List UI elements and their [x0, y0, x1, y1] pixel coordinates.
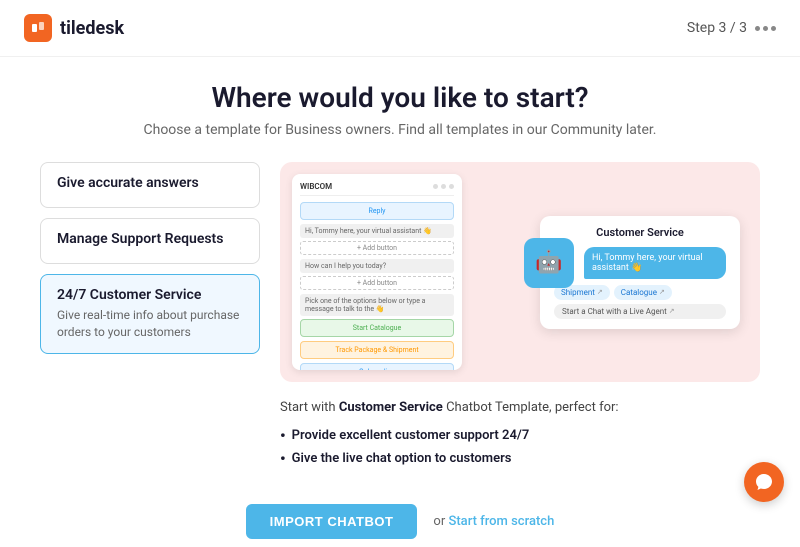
template-title-0: Give accurate answers — [57, 175, 243, 191]
flow-add-btn-1[interactable]: + Add button — [300, 241, 454, 255]
step-text: Step 3 / 3 — [687, 20, 747, 36]
flow-dot-1 — [433, 184, 438, 189]
dot-2 — [763, 26, 768, 31]
desc-suffix: Chatbot Template, perfect for: — [443, 400, 619, 415]
cs-badge: Customer Service — [554, 226, 726, 239]
template-item-customer-service[interactable]: 24/7 Customer Service Give real-time inf… — [40, 274, 260, 354]
flow-dot-3 — [449, 184, 454, 189]
scratch-link-container: or Start from scratch — [433, 514, 554, 529]
flow-title: WIBCOM — [300, 182, 332, 191]
content-area: Give accurate answers Manage Support Req… — [40, 162, 760, 474]
step-dots — [755, 26, 776, 31]
desc-bullet-2: Give the live chat option to customers — [280, 447, 760, 470]
cs-robot-icon: 🤖 — [524, 238, 574, 288]
flow-message-2: Pick one of the options below or type a … — [300, 294, 454, 316]
step-indicator: Step 3 / 3 — [687, 20, 776, 36]
desc-list: Provide excellent customer support 24/7 … — [280, 424, 760, 470]
template-desc-2: Give real-time info about purchase order… — [57, 307, 243, 341]
dot-3 — [771, 26, 776, 31]
desc-prefix: Start with — [280, 400, 339, 415]
logo-text: tiledesk — [60, 18, 124, 39]
page-subtitle: Choose a template for Business owners. F… — [40, 122, 760, 138]
right-panel: WIBCOM Reply Hi, Tommy here, your virtua… — [280, 162, 760, 474]
cs-chip-row: Shipment ↗ Catalogue ↗ — [554, 285, 726, 300]
logo: tiledesk — [24, 14, 124, 42]
flow-node-2: Track Package & Shipment — [300, 341, 454, 359]
flow-controls — [433, 184, 454, 189]
flow-node-reply: Reply — [300, 202, 454, 220]
chatbot-flow-mockup: WIBCOM Reply Hi, Tommy here, your virtua… — [292, 174, 462, 370]
or-text: or — [433, 514, 445, 529]
description-area: Start with Customer Service Chatbot Temp… — [280, 394, 760, 474]
cs-visual: Customer Service 🤖 Hi, Tommy here, your … — [474, 174, 748, 370]
page-title: Where would you like to start? — [40, 81, 760, 114]
preview-container: WIBCOM Reply Hi, Tommy here, your virtua… — [280, 162, 760, 382]
flow-node-1: Start Catalogue — [300, 319, 454, 337]
cs-chip-live-agent: Start a Chat with a Live Agent ↗ — [554, 304, 726, 319]
start-from-scratch-link[interactable]: Start from scratch — [448, 514, 554, 529]
template-title-2: 24/7 Customer Service — [57, 287, 243, 303]
template-item-manage-support[interactable]: Manage Support Requests — [40, 218, 260, 264]
desc-text: Start with Customer Service Chatbot Temp… — [280, 398, 760, 418]
desc-bold: Customer Service — [339, 400, 443, 415]
cs-chip-catalogue: Catalogue ↗ — [614, 285, 672, 300]
template-title-1: Manage Support Requests — [57, 231, 243, 247]
template-list: Give accurate answers Manage Support Req… — [40, 162, 260, 474]
flow-node-3: Onboarding — [300, 363, 454, 370]
logo-icon — [24, 14, 52, 42]
import-chatbot-button[interactable]: IMPORT CHATBOT — [246, 504, 418, 539]
template-item-give-accurate[interactable]: Give accurate answers — [40, 162, 260, 208]
flow-add-btn-2[interactable]: + Add button — [300, 276, 454, 290]
help-button[interactable] — [744, 462, 784, 502]
footer: IMPORT CHATBOT or Start from scratch — [0, 490, 800, 547]
flow-message-1: How can I help you today? — [300, 259, 454, 273]
desc-bullet-1: Provide excellent customer support 24/7 — [280, 424, 760, 447]
cs-card: Customer Service 🤖 Hi, Tommy here, your … — [540, 216, 740, 329]
dot-1 — [755, 26, 760, 31]
cs-chat-bubble: Hi, Tommy here, your virtual assistant 👋 — [584, 247, 726, 279]
flow-dot-2 — [441, 184, 446, 189]
flow-bubble-1: Hi, Tommy here, your virtual assistant 👋 — [300, 224, 454, 238]
chat-icon — [754, 472, 774, 492]
header: tiledesk Step 3 / 3 — [0, 0, 800, 57]
flow-header: WIBCOM — [300, 182, 454, 196]
main-content: Where would you like to start? Choose a … — [0, 57, 800, 490]
